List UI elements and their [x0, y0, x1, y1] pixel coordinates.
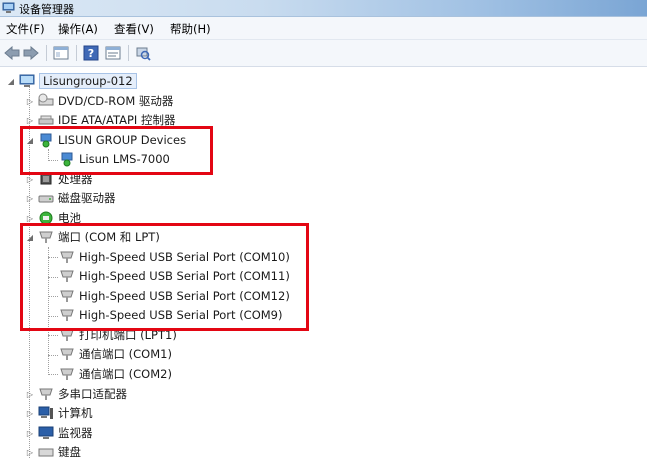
- expand-arrow-icon[interactable]: ▷: [25, 193, 35, 203]
- help-button[interactable]: ?: [82, 44, 100, 62]
- menu-bar: 文件(F) 操作(A) 查看(V) 帮助(H): [0, 17, 647, 40]
- tree-item-label: 通信端口 (COM1): [79, 347, 172, 361]
- console-tree-icon: [53, 46, 69, 60]
- tree-item-label: 计算机: [58, 406, 93, 420]
- back-button[interactable]: [3, 44, 21, 62]
- properties-icon: [105, 46, 121, 60]
- tree-item-dvd[interactable]: ▷ DVD/CD-ROM 驱动器: [25, 92, 173, 110]
- toolbar: ?: [0, 40, 647, 67]
- menu-file[interactable]: 文件(F): [6, 21, 45, 37]
- port-icon: [59, 366, 75, 382]
- computer-icon: [38, 405, 54, 421]
- tree-item-com1[interactable]: 通信端口 (COM1): [59, 345, 172, 363]
- dvd-drive-icon: [38, 93, 54, 109]
- toolbar-separator: [128, 45, 129, 61]
- tree-connector: [48, 374, 58, 375]
- scan-hardware-icon: [136, 47, 151, 61]
- expand-arrow-icon[interactable]: ▷: [25, 447, 35, 457]
- tree-item-serial-adapter[interactable]: ▷ 多串口适配器: [25, 385, 127, 403]
- menu-help[interactable]: 帮助(H): [170, 21, 211, 37]
- forward-button[interactable]: [22, 44, 40, 62]
- expand-arrow-icon[interactable]: ▷: [25, 115, 35, 125]
- expand-arrow-icon[interactable]: ▷: [25, 213, 35, 223]
- window-title: 设备管理器: [19, 3, 74, 16]
- show-hide-tree-button[interactable]: [52, 44, 70, 62]
- expand-arrow-icon[interactable]: ▷: [25, 96, 35, 106]
- tree-item-computer[interactable]: ▷ 计算机: [25, 404, 93, 422]
- svg-text:?: ?: [88, 47, 94, 60]
- tree-root[interactable]: ◢ Lisungroup-012: [6, 72, 137, 90]
- tree-item-label: 通信端口 (COM2): [79, 367, 172, 381]
- expand-arrow-icon[interactable]: ▷: [25, 408, 35, 418]
- tree-item-label: 多串口适配器: [58, 387, 127, 401]
- highlight-box-usb-serial-ports: [20, 223, 309, 331]
- properties-button[interactable]: [104, 44, 122, 62]
- monitor-icon: [38, 425, 54, 441]
- tree-item-label: 键盘: [58, 445, 81, 459]
- tree-item-label: 磁盘驱动器: [58, 191, 116, 205]
- expand-arrow-icon[interactable]: ▷: [25, 428, 35, 438]
- root-computer-label[interactable]: Lisungroup-012: [39, 73, 137, 89]
- forward-arrow-icon: [23, 46, 39, 60]
- menu-action[interactable]: 操作(A): [58, 21, 98, 37]
- back-arrow-icon: [4, 46, 20, 60]
- tree-connector: [48, 355, 58, 356]
- toolbar-separator: [46, 45, 47, 61]
- tree-item-label: DVD/CD-ROM 驱动器: [58, 94, 174, 108]
- menu-view[interactable]: 查看(V): [114, 21, 154, 37]
- toolbar-separator: [76, 45, 77, 61]
- tree-connector: [48, 335, 58, 336]
- scan-hardware-button[interactable]: [134, 44, 152, 62]
- help-icon: ?: [83, 45, 99, 61]
- device-manager-icon: [2, 2, 15, 13]
- keyboard-icon: [38, 444, 54, 460]
- port-icon: [59, 346, 75, 362]
- serial-adapter-icon: [38, 386, 54, 402]
- tree-item-label: 监视器: [58, 426, 93, 440]
- highlight-box-lisun-devices: [20, 126, 213, 175]
- device-tree: ◢ Lisungroup-012 ▷ DVD/CD-ROM 驱动器 ▷ IDE …: [0, 67, 647, 459]
- tree-item-disk[interactable]: ▷ 磁盘驱动器: [25, 189, 116, 207]
- expand-arrow-icon[interactable]: ▷: [25, 389, 35, 399]
- collapse-arrow-icon[interactable]: ◢: [6, 76, 16, 86]
- computer-icon: [19, 73, 35, 89]
- tree-item-com2[interactable]: 通信端口 (COM2): [59, 365, 172, 383]
- title-bar: 设备管理器: [0, 0, 647, 17]
- tree-item-keyboard[interactable]: ▷ 键盘: [25, 443, 81, 461]
- expand-arrow-icon[interactable]: ▷: [25, 174, 35, 184]
- disk-drive-icon: [38, 190, 54, 206]
- tree-item-monitor[interactable]: ▷ 监视器: [25, 424, 93, 442]
